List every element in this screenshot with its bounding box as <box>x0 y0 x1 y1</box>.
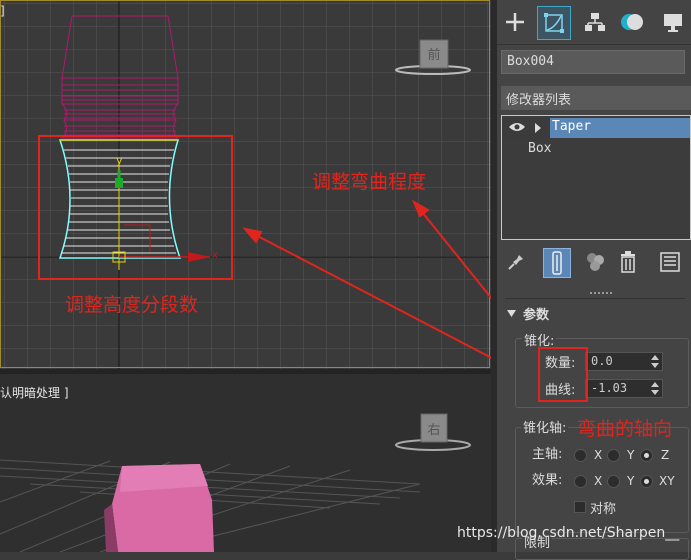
stack-item-taper-label: Taper <box>552 119 592 134</box>
motion-icon <box>621 14 643 30</box>
effect-xy-label: XY <box>659 474 675 488</box>
axis-x-label: x <box>212 250 218 261</box>
rollout-separator <box>505 298 685 299</box>
make-unique-button[interactable] <box>583 248 609 276</box>
perspective-viewcube[interactable]: 右 <box>395 413 471 451</box>
create-icon <box>506 13 524 31</box>
annotation-curve: 调整弯曲程度 <box>312 171 427 193</box>
spinner-arrows-icon[interactable] <box>651 381 659 396</box>
perspective-viewport[interactable]: 右 认明暗处理 ] <box>0 374 491 552</box>
viewcube-face-right: 右 <box>427 423 440 438</box>
effect-axis-label: 效果: <box>532 473 563 488</box>
display-icon <box>664 14 682 32</box>
remove-modifier-button[interactable] <box>615 248 641 276</box>
command-panel-tabs <box>497 0 691 45</box>
stack-item-taper[interactable]: Taper <box>502 117 690 138</box>
amount-spinner[interactable]: 0.0 <box>585 352 663 371</box>
perspective-viewport-canvas[interactable]: 右 <box>0 374 491 552</box>
end-result-icon <box>552 251 562 275</box>
eye-icon[interactable] <box>508 121 526 133</box>
modifier-stack[interactable]: Taper Box <box>501 115 691 240</box>
symmetry-checkbox[interactable] <box>574 501 586 513</box>
display-tab[interactable] <box>657 6 689 38</box>
rollout-title: 参数 <box>523 308 550 323</box>
effect-x-label: X <box>594 474 603 488</box>
effect-y-label: Y <box>627 474 635 488</box>
make-unique-icon <box>587 253 604 271</box>
primary-z-label: Z <box>661 448 670 462</box>
param-highlight-box <box>538 347 588 402</box>
configure-icon <box>660 252 680 272</box>
perspective-viewport-label[interactable]: 认明暗处理 ] <box>0 384 69 401</box>
primary-y-label: Y <box>627 448 635 462</box>
primary-z-radio[interactable] <box>640 449 653 462</box>
pin-stack-button[interactable] <box>503 248 529 276</box>
modifier-list-dropdown[interactable]: 修改器列表 <box>501 86 691 110</box>
show-end-result-button[interactable] <box>543 248 571 278</box>
primary-y-radio[interactable] <box>607 449 620 462</box>
perspective-box[interactable] <box>104 464 214 552</box>
curve-value: -1.03 <box>591 381 628 395</box>
parameters-rollout-header[interactable]: 参数 <box>497 303 691 325</box>
effect-xy-radio[interactable] <box>640 475 653 488</box>
configure-sets-button[interactable] <box>657 248 683 276</box>
curve-spinner[interactable]: -1.03 <box>585 379 663 398</box>
stack-tools <box>497 246 691 280</box>
effect-y-radio[interactable] <box>607 475 620 488</box>
annotation-segments: 调整高度分段数 <box>65 294 199 316</box>
hierarchy-icon <box>585 13 605 31</box>
amount-value: 0.0 <box>591 354 613 368</box>
drag-handle[interactable] <box>590 292 612 295</box>
symmetry-label: 对称 <box>590 502 617 517</box>
stack-item-box[interactable]: Box <box>502 139 690 159</box>
axis-y-label: y <box>116 154 123 167</box>
primary-x-radio[interactable] <box>574 449 587 462</box>
primary-axis-label: 主轴: <box>532 447 563 462</box>
stack-item-box-label: Box <box>528 141 552 156</box>
modify-tab[interactable] <box>537 6 571 40</box>
watermark: https://blog.csdn.net/Sharpen__ <box>457 525 680 541</box>
viewcube-face-front: 前 <box>427 47 440 63</box>
spinner-arrows-icon[interactable] <box>651 354 659 369</box>
pin-icon <box>508 255 523 270</box>
front-viewport[interactable]: y x 前 ] 调整高度分段数 调整弯曲程度 <box>0 0 491 369</box>
object-name-field[interactable]: Box004 <box>501 50 685 74</box>
taper-axis-label: 锥化轴: <box>521 417 569 436</box>
expand-arrow-icon[interactable] <box>534 123 542 133</box>
collapse-arrow-icon <box>507 310 516 317</box>
effect-x-radio[interactable] <box>574 475 587 488</box>
annotation-axis: 弯曲的轴向 <box>577 418 673 440</box>
hierarchy-tab[interactable] <box>579 6 611 38</box>
modify-icon <box>544 13 564 33</box>
front-viewport-label[interactable]: ] <box>0 4 5 18</box>
primary-x-label: X <box>594 448 603 462</box>
motion-tab[interactable] <box>617 6 649 38</box>
trash-icon <box>621 251 635 273</box>
create-tab[interactable] <box>499 6 531 38</box>
